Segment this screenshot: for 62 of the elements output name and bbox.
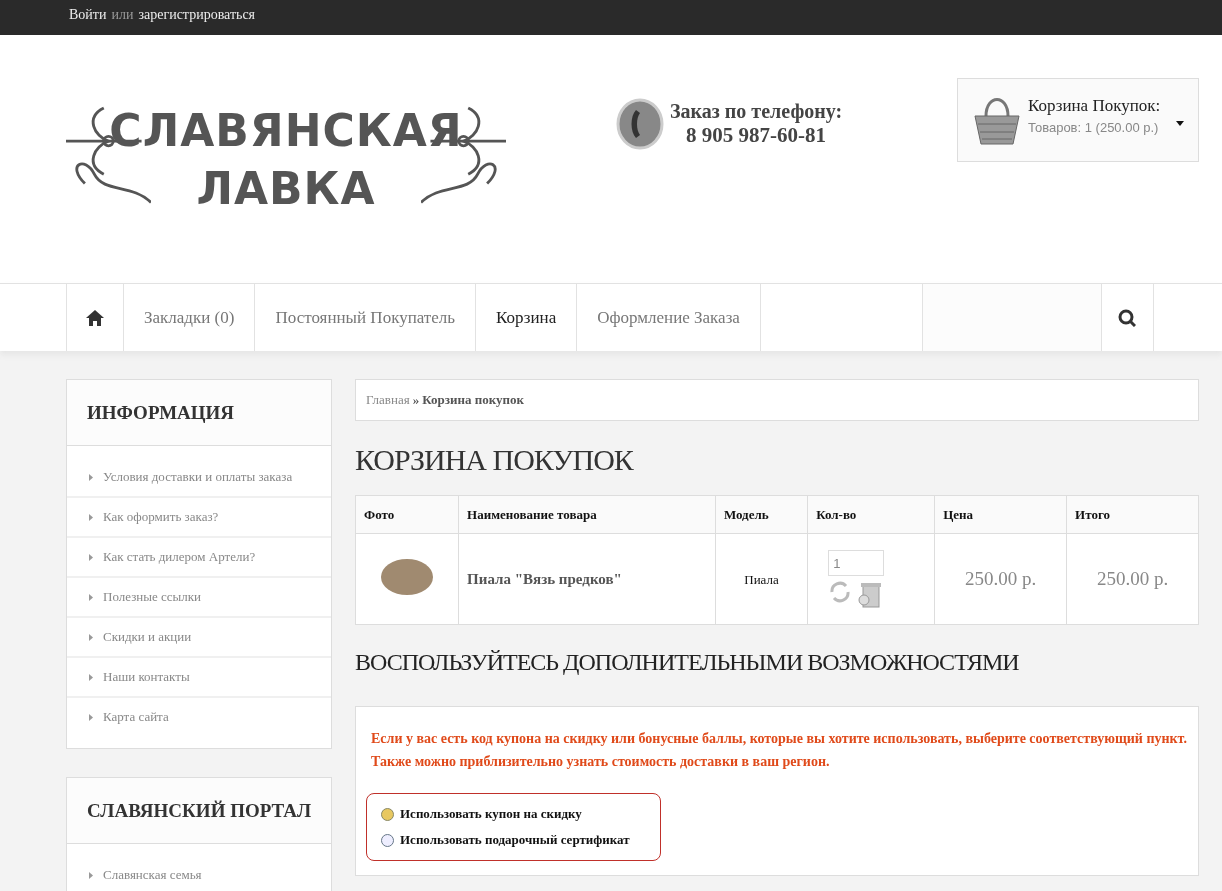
caret-icon[interactable] <box>1176 120 1184 126</box>
triangle-bullet-icon <box>89 673 93 681</box>
trash-icon[interactable] <box>858 580 883 608</box>
radio-button[interactable] <box>381 833 394 847</box>
sidebar-link[interactable]: Карта сайта <box>67 698 331 736</box>
cart-title: Корзина Покупок: <box>1028 95 1162 116</box>
nav-tab[interactable]: Оформление Заказа <box>576 284 760 351</box>
triangle-bullet-icon <box>89 633 93 641</box>
phone-number: 8 905 987-60-81 <box>686 123 827 148</box>
column-header: Кол-во <box>807 495 935 534</box>
triangle-bullet-icon <box>89 593 93 601</box>
phone-icon <box>616 98 664 150</box>
total-text: 250.00 р. <box>1096 568 1169 589</box>
sidebar-link[interactable]: Как стать дилером Артели? <box>67 538 331 578</box>
product-name-link[interactable]: Пиала "Вязь предков" <box>467 571 622 587</box>
section-title: ВОСПОЛЬЗУЙТЕСЬ ДОПОЛНИТЕЛЬНЫМИ ВОЗМОЖНОСТЯМИ <box>355 649 1020 676</box>
column-header: Итого <box>1066 495 1199 534</box>
product-photo[interactable] <box>381 559 434 595</box>
nav-tab[interactable]: Корзина <box>475 284 577 351</box>
nav-tab[interactable]: Закладки (0) <box>123 284 255 351</box>
triangle-bullet-icon <box>89 871 93 879</box>
login-link[interactable]: Войти <box>69 7 107 23</box>
column-header: Модель <box>715 495 808 534</box>
triangle-bullet-icon <box>89 473 93 481</box>
price-text: 250.00 р. <box>965 568 1037 589</box>
sidebar-link[interactable]: Славянская семья <box>67 856 331 891</box>
cart-widget[interactable]: Корзина Покупок: Товаров: 1 (250.00 р.) <box>957 78 1199 162</box>
breadcrumb-current: Корзина покупок <box>422 392 525 408</box>
column-header: Цена <box>934 495 1067 534</box>
breadcrumb-link[interactable]: Главная <box>366 392 410 408</box>
notice-text: Если у вас есть код купона на скидку или бонусные баллы, которые вы хотите использовать, выберите соответствующий пункт. Также можно приблизительно узнать стоимость доставки в ваш регион. <box>371 730 1188 771</box>
logo[interactable]: СЛАВЯНСКАЯ ЛАВКА <box>66 95 506 225</box>
column-header: Наименование товара <box>458 495 716 534</box>
search-button[interactable] <box>1100 284 1154 351</box>
logo-text: ЛАВКА <box>196 162 376 216</box>
triangle-bullet-icon <box>89 513 93 521</box>
quantity-field[interactable]: 1 <box>828 550 885 576</box>
option-label[interactable]: Использовать подарочный сертификат <box>400 832 630 848</box>
panel-title: СЛАВЯНСКИЙ ПОРТАЛ <box>87 799 312 822</box>
register-link[interactable]: зарегистрироваться <box>138 7 256 23</box>
sidebar-link[interactable]: Полезные ссылки <box>67 578 331 618</box>
or-text: или <box>111 7 134 23</box>
sidebar-link[interactable]: Как оформить заказ? <box>67 498 331 538</box>
sidebar-link[interactable]: Скидки и акции <box>67 618 331 658</box>
breadcrumb-separator: » <box>412 392 420 408</box>
page-title: КОРЗИНА ПОКУПОК <box>355 443 635 477</box>
cart-summary: Товаров: 1 (250.00 р.) <box>1028 119 1160 135</box>
option-label[interactable]: Использовать купон на скидку <box>400 806 582 822</box>
nav-tab[interactable]: Постоянный Покупатель <box>254 284 476 351</box>
triangle-bullet-icon <box>89 553 93 561</box>
logo-text: СЛАВЯНСКАЯ <box>109 104 463 158</box>
home-icon <box>86 309 104 326</box>
sidebar-link[interactable]: Условия доставки и оплаты заказа <box>67 458 331 498</box>
phone-label: Заказ по телефону: <box>670 100 843 123</box>
triangle-bullet-icon <box>89 713 93 721</box>
radio-button[interactable] <box>381 807 394 821</box>
search-field[interactable] <box>921 284 1101 351</box>
sidebar-link[interactable]: Наши контакты <box>67 658 331 698</box>
model-text: Пиала <box>744 572 779 587</box>
panel-title: ИНФОРМАЦИЯ <box>87 401 235 424</box>
column-header: Фото <box>355 495 459 534</box>
search-icon <box>1118 308 1137 327</box>
